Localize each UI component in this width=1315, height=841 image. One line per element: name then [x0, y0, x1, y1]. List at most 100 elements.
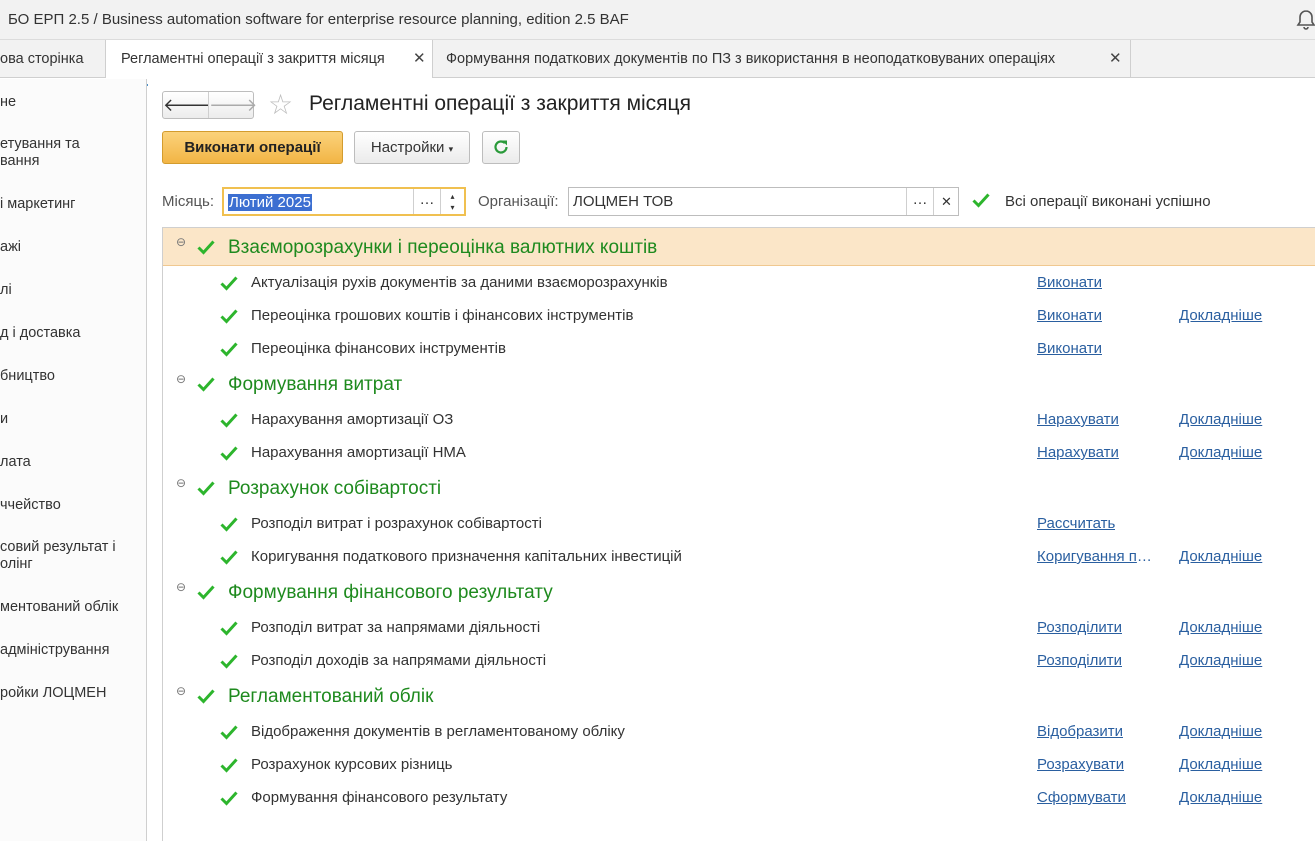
check-icon	[220, 517, 238, 532]
star-icon[interactable]: ☆	[268, 90, 293, 120]
operation-name: Переоцінка фінансових інструментів	[251, 340, 506, 357]
operation-action-link[interactable]: Розрахувати	[1037, 756, 1124, 773]
organizations-label: Організації:	[478, 193, 559, 210]
details-link[interactable]: Докладніше	[1179, 619, 1262, 636]
operation-name: Нарахування амортизації ОЗ	[251, 411, 454, 428]
check-icon	[220, 758, 238, 773]
sidebar-item-marketing[interactable]: і маркетинг	[0, 196, 146, 213]
operation-action-link[interactable]: Виконати	[1037, 307, 1102, 324]
check-icon	[197, 481, 215, 496]
check-icon	[197, 585, 215, 600]
sidebar-item-production[interactable]: бництво	[0, 368, 146, 385]
details-link[interactable]: Докладніше	[1179, 307, 1262, 324]
details-link[interactable]: Докладніше	[1179, 723, 1262, 740]
check-icon	[220, 621, 238, 636]
back-arrow-icon[interactable]: 🡐	[163, 92, 211, 118]
tab-home[interactable]: ова сторінка	[0, 40, 106, 78]
operation-row: Нарахування амортизації НМА Нарахувати Д…	[163, 436, 1315, 469]
group-title: Взаєморозрахунки і переоцінка валютних к…	[228, 237, 658, 258]
refresh-button[interactable]	[482, 131, 520, 164]
collapse-icon[interactable]: ⊖	[176, 235, 186, 249]
sidebar-item-lotsmen-settings[interactable]: ройки ЛОЦМЕН	[0, 685, 146, 702]
tab-month-closing[interactable]: Регламентні операції з закриття місяця ✕	[106, 40, 433, 86]
sidebar-item-salary[interactable]: лата	[0, 454, 146, 471]
details-link[interactable]: Докладніше	[1179, 789, 1262, 806]
check-icon	[220, 654, 238, 669]
operation-action-link[interactable]: Сформувати	[1037, 789, 1126, 806]
month-value: Лютий 2025	[228, 194, 312, 211]
details-link[interactable]: Докладніше	[1179, 548, 1262, 565]
collapse-icon[interactable]: ⊖	[176, 476, 186, 490]
select-button[interactable]: …	[413, 189, 440, 214]
collapse-icon[interactable]: ⊖	[176, 372, 186, 386]
sidebar-item-regulated-accounting[interactable]: ментований облік	[0, 599, 146, 616]
operation-name: Переоцінка грошових коштів і фінансових …	[251, 307, 634, 324]
group-expenses[interactable]: ⊖ Формування витрат	[163, 365, 1315, 403]
operation-row: Нарахування амортизації ОЗ Нарахувати До…	[163, 403, 1315, 436]
details-link[interactable]: Докладніше	[1179, 652, 1262, 669]
operation-action-link[interactable]: Відобразити	[1037, 723, 1123, 740]
operation-action-link[interactable]: Нарахувати	[1037, 444, 1119, 461]
check-icon	[220, 342, 238, 357]
bell-icon[interactable]	[1296, 9, 1315, 31]
check-icon	[220, 309, 238, 324]
details-link[interactable]: Докладніше	[1179, 411, 1262, 428]
sidebar-item-warehouse[interactable]: д і доставка	[0, 325, 146, 342]
settings-button[interactable]: Настройки ▾	[354, 131, 470, 164]
sidebar-item-sales[interactable]: ажі	[0, 239, 146, 256]
close-icon[interactable]: ✕	[413, 40, 426, 78]
operation-row: Розподіл витрат і розрахунок собівартост…	[163, 507, 1315, 540]
page-title: Регламентні операції з закриття місяця	[309, 92, 691, 115]
forward-arrow-icon[interactable]: 🡒	[209, 92, 257, 118]
check-icon	[220, 725, 238, 740]
status-text: Всі операції виконані успішно	[1005, 193, 1211, 210]
organizations-field[interactable]: ЛОЦМЕН ТОВ … ✕	[568, 187, 959, 216]
sidebar-item-main[interactable]: не	[0, 94, 146, 111]
operation-action-link[interactable]: Нарахувати	[1037, 411, 1119, 428]
operation-action-link[interactable]: Розподілити	[1037, 652, 1122, 669]
select-button[interactable]: …	[906, 188, 933, 215]
group-regulated-accounting[interactable]: ⊖ Регламентований облік	[163, 677, 1315, 715]
operation-name: Відображення документів в регламентовано…	[251, 723, 625, 740]
navigation-buttons: 🡐 🡒	[162, 91, 257, 119]
operation-row: Переоцінка фінансових інструментів Викон…	[163, 332, 1315, 365]
tab-label: Формування податкових документів по ПЗ з…	[446, 51, 1056, 67]
operations-list: ⊖ Взаєморозрахунки і переоцінка валютних…	[162, 227, 1315, 841]
group-title: Розрахунок собівартості	[228, 478, 442, 499]
collapse-icon[interactable]: ⊖	[176, 684, 186, 698]
operation-name: Актуалізація рухів документів за даними …	[251, 274, 668, 291]
sidebar-item-purchases[interactable]: лі	[0, 282, 146, 299]
sidebar-item-finance[interactable]: и	[0, 411, 146, 428]
operation-name: Нарахування амортизації НМА	[251, 444, 466, 461]
month-field[interactable]: Лютий 2025 … ▴ ▾	[222, 187, 466, 216]
group-cost-calculation[interactable]: ⊖ Розрахунок собівартості	[163, 469, 1315, 507]
sidebar: не етування та вання і маркетинг ажі лі …	[0, 79, 147, 841]
check-icon	[197, 689, 215, 704]
operation-row: Розподіл доходів за напрямами діяльності…	[163, 644, 1315, 677]
details-link[interactable]: Докладніше	[1179, 444, 1262, 461]
operation-action-link[interactable]: Виконати	[1037, 340, 1102, 357]
operation-action-link[interactable]: Рассчитать	[1037, 515, 1115, 532]
spin-buttons[interactable]: ▴ ▾	[440, 189, 464, 214]
close-icon[interactable]: ✕	[1109, 40, 1122, 78]
group-currency-revaluation[interactable]: ⊖ Взаєморозрахунки і переоцінка валютних…	[163, 228, 1315, 266]
clear-icon[interactable]: ✕	[933, 188, 959, 215]
sidebar-item-administration[interactable]: адміністрування	[0, 642, 146, 659]
check-icon	[220, 276, 238, 291]
operation-action-link[interactable]: Виконати	[1037, 274, 1102, 291]
sidebar-item-budgeting[interactable]: етування та вання	[0, 136, 146, 170]
sidebar-item-financial-result[interactable]: совий результат і олінг	[0, 539, 146, 573]
operation-row: Розподіл витрат за напрямами діяльності …	[163, 611, 1315, 644]
check-icon	[972, 193, 990, 208]
group-financial-result[interactable]: ⊖ Формування фінансового результату	[163, 573, 1315, 611]
details-link[interactable]: Докладніше	[1179, 756, 1262, 773]
group-title: Регламентований облік	[228, 686, 434, 707]
operation-name: Розподіл витрат і розрахунок собівартост…	[251, 515, 542, 532]
sidebar-item-treasury[interactable]: ччейство	[0, 497, 146, 514]
collapse-icon[interactable]: ⊖	[176, 580, 186, 594]
operation-action-link[interactable]: Розподілити	[1037, 619, 1122, 636]
operation-action-link[interactable]: Коригування податкового	[1037, 548, 1157, 565]
tab-label: ова сторінка	[0, 51, 84, 67]
tab-tax-documents[interactable]: Формування податкових документів по ПЗ з…	[433, 40, 1131, 78]
run-operations-button[interactable]: Виконати операції	[162, 131, 343, 164]
